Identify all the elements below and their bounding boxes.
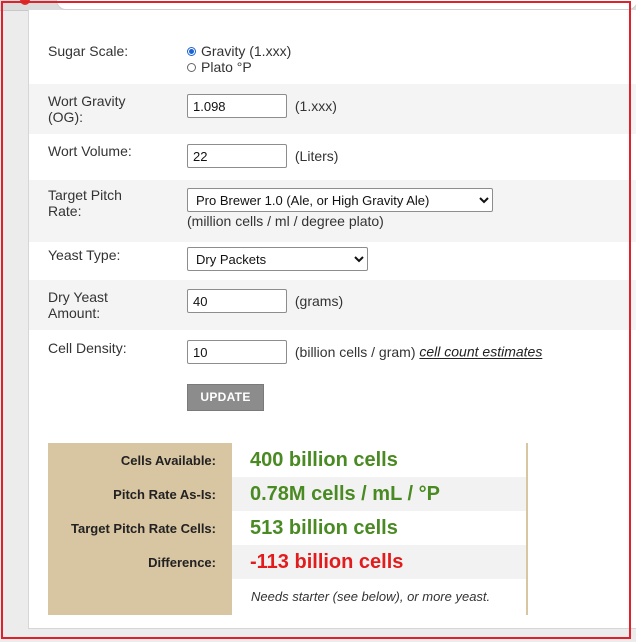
sugar-scale-options: Gravity (1.xxx) Plato °P xyxy=(187,43,291,75)
wort-gravity-label-line1: Wort Gravity xyxy=(48,93,126,109)
cell-count-estimates-link[interactable]: cell count estimates xyxy=(419,344,542,360)
target-pitch-rate-unit: (million cells / ml / degree plato) xyxy=(187,213,384,229)
target-pitch-rate-row: Target Pitch Rate: Pro Brewer 1.0 (Ale, … xyxy=(29,180,636,242)
dry-yeast-amount-row: Dry Yeast Amount: (grams) xyxy=(29,280,636,330)
cells-available-row: Cells Available: 400 billion cells xyxy=(48,443,528,477)
cell-density-row: Cell Density: (billion cells / gram) cel… xyxy=(29,330,636,376)
pitch-rate-value: 0.78M cells / mL / °P xyxy=(250,483,440,505)
dry-yeast-amount-label: Dry Yeast Amount: xyxy=(48,289,168,321)
dry-yeast-amount-label-line2: Amount: xyxy=(48,305,101,321)
target-cells-label: Target Pitch Rate Cells: xyxy=(71,521,216,536)
browser-close-dot-icon xyxy=(20,0,30,5)
yeast-type-select[interactable]: Dry Packets xyxy=(187,247,368,271)
cell-density-control: (billion cells / gram) cell count estima… xyxy=(187,340,542,364)
update-button[interactable]: UPDATE xyxy=(187,384,264,411)
wort-gravity-row: Wort Gravity (OG): (1.xxx) xyxy=(29,84,636,134)
wort-volume-control: (Liters) xyxy=(187,144,338,168)
difference-row: Difference: -113 billion cells xyxy=(48,545,528,579)
radio-plato[interactable]: Plato °P xyxy=(187,59,291,75)
wort-volume-input[interactable] xyxy=(187,144,287,168)
cells-available-value: 400 billion cells xyxy=(232,443,526,477)
cells-available-label: Cells Available: xyxy=(120,453,216,468)
starter-note: Needs starter (see below), or more yeast… xyxy=(232,579,526,615)
radio-gravity-label: Gravity (1.xxx) xyxy=(201,43,292,59)
wort-volume-row: Wort Volume: (Liters) xyxy=(29,134,636,180)
pitch-rate-row: Pitch Rate As-Is: 0.78M cells / mL / °P xyxy=(48,477,528,511)
difference-label: Difference: xyxy=(148,555,216,570)
wort-volume-label: Wort Volume: xyxy=(48,143,132,159)
dry-yeast-amount-label-line1: Dry Yeast xyxy=(48,289,108,305)
wort-gravity-control: (1.xxx) xyxy=(187,94,337,118)
radio-plato-label: Plato °P xyxy=(201,59,252,75)
yeast-type-label: Yeast Type: xyxy=(48,247,121,263)
results-box: Cells Available: 400 billion cells Pitch… xyxy=(48,443,528,615)
calculator-panel: Sugar Scale: Gravity (1.xxx) Plato °P Wo… xyxy=(28,10,636,629)
radio-unchecked-icon[interactable] xyxy=(187,62,196,72)
target-pitch-rate-select[interactable]: Pro Brewer 1.0 (Ale, or High Gravity Ale… xyxy=(187,188,493,212)
sugar-scale-label: Sugar Scale: xyxy=(48,43,129,59)
dry-yeast-amount-input[interactable] xyxy=(187,289,287,313)
target-cells-value: 513 billion cells xyxy=(232,511,526,545)
url-field[interactable] xyxy=(56,0,636,10)
dry-yeast-amount-control: (grams) xyxy=(187,289,343,313)
difference-value: -113 billion cells xyxy=(250,551,404,573)
target-pitch-rate-label-line2: Rate: xyxy=(48,203,82,219)
wort-gravity-unit: (1.xxx) xyxy=(294,97,337,114)
wort-volume-unit: (Liters) xyxy=(294,147,339,164)
yeast-type-control: Dry Packets xyxy=(187,247,368,271)
radio-gravity[interactable]: Gravity (1.xxx) xyxy=(187,43,291,59)
target-cells-row: Target Pitch Rate Cells: 513 billion cel… xyxy=(48,511,528,545)
wort-gravity-label-line2: (OG): xyxy=(48,109,83,125)
cell-density-input[interactable] xyxy=(187,340,287,364)
target-pitch-rate-control: Pro Brewer 1.0 (Ale, or High Gravity Ale… xyxy=(187,188,493,229)
pitch-rate-label: Pitch Rate As-Is: xyxy=(113,487,216,502)
target-pitch-rate-label: Target Pitch Rate: xyxy=(48,187,168,219)
target-pitch-rate-label-line1: Target Pitch xyxy=(48,187,122,203)
dry-yeast-amount-unit: (grams) xyxy=(294,292,344,309)
cell-density-label: Cell Density: xyxy=(48,340,127,356)
wort-gravity-input[interactable] xyxy=(187,94,287,118)
wort-gravity-label: Wort Gravity (OG): xyxy=(48,93,168,125)
cell-density-unit: (billion cells / gram) xyxy=(294,343,416,360)
sugar-scale-row: Sugar Scale: Gravity (1.xxx) Plato °P xyxy=(29,34,636,84)
radio-checked-icon[interactable] xyxy=(187,46,196,56)
